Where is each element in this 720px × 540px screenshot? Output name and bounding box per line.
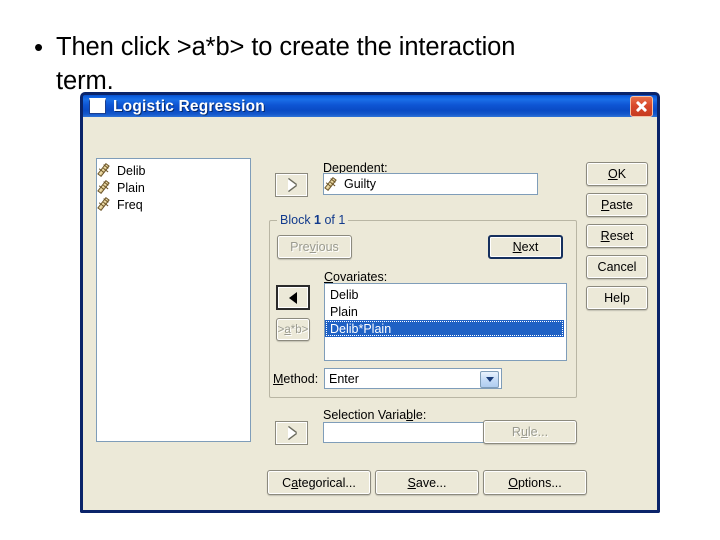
move-to-covariates-button[interactable] [276,285,310,310]
reset-button[interactable]: Reset [586,224,648,248]
variable-name: Plain [117,180,145,195]
save-mnemonic: S [407,475,416,490]
method-label-mnemonic: M [273,372,284,386]
block-legend-mid: of [321,213,339,227]
source-variable-list[interactable]: Delib Plain Freq [96,158,251,442]
bullet-list: • Then click >a*b> to create the interac… [34,30,684,98]
method-value: Enter [329,371,359,386]
ok-button[interactable]: OK [586,162,648,186]
list-item[interactable]: Plain [97,179,250,196]
slide-canvas: • Then click >a*b> to create the interac… [0,0,720,540]
help-rest: elp [613,291,630,305]
paste-rest: aste [609,198,633,212]
save-button[interactable]: Save... [375,470,479,495]
list-item[interactable]: Delib [325,286,566,303]
interaction-pre: > [277,323,285,336]
covariates-label-rest: ovariates: [333,270,388,284]
covariate-name: Delib [330,287,359,302]
block-current: 1 [314,213,321,227]
dependent-value: Guilty [344,177,376,191]
categorical-button[interactable]: Ca tegorical... [267,470,371,495]
chevron-glyph [485,377,494,382]
list-item[interactable]: Delib [97,162,250,179]
dialog-title: Logistic Regression [113,97,265,115]
rule-button: Ru le... [483,420,577,444]
list-item[interactable]: Plain [325,303,566,320]
rule-post: le... [527,425,549,439]
block-legend: Block 1 of 1 [277,213,349,227]
scale-variable-icon [100,181,113,194]
arrow-right-icon [287,179,296,191]
ok-rest: K [617,167,627,181]
rule-mnemonic: u [520,425,528,439]
move-to-selection-variable-button[interactable] [275,421,308,445]
cancel-rest: ancel [606,260,637,274]
paste-mnemonic: P [601,198,610,212]
variable-name: Delib [117,163,146,178]
previous-block-button: Pre v ious [277,235,352,259]
categorical-mnemonic: a [291,475,299,490]
next-mnemonic: N [512,240,522,254]
scale-variable-icon [100,164,113,177]
dialog-titlebar[interactable]: Logistic Regression [80,92,660,117]
cancel-pre: C [597,260,607,274]
bullet-item: • Then click >a*b> to create the interac… [34,30,684,98]
help-button[interactable]: Help [586,286,648,310]
method-label-rest: ethod: [283,372,319,386]
bullet-marker: • [34,32,44,62]
next-rest: ext [521,240,539,254]
interaction-post: *b> [290,323,309,336]
list-item[interactable]: Delib*Plain [325,320,564,337]
selection-variable-label: Selection Variable: [323,408,426,422]
options-rest: ptions... [517,475,562,490]
rule-pre: R [511,425,521,439]
covariates-list[interactable]: Delib Plain Delib*Plain [324,283,567,361]
covariates-label: Covariates: [324,270,387,284]
previous-post: ious [315,240,339,254]
selection-variable-field[interactable] [323,422,498,443]
scale-variable-icon [327,178,340,191]
next-block-button[interactable]: Next [488,235,563,259]
move-to-dependent-button[interactable] [275,173,308,197]
covariate-name: Delib*Plain [330,321,392,336]
covariates-label-mnemonic: C [324,270,334,284]
bullet-line-1: Then click >a*b> to create the interacti… [56,33,516,61]
window-icon [89,98,106,114]
previous-pre: Pre [290,240,310,254]
close-icon[interactable] [630,95,653,117]
covariate-name: Plain [330,304,358,319]
list-item[interactable]: Freq [97,196,250,213]
save-rest: ave... [415,475,447,490]
selvar-post: le: [413,408,427,422]
block-legend-prefix: Block [280,213,315,227]
options-mnemonic: O [508,475,518,490]
variable-name: Freq [117,197,143,212]
logistic-regression-dialog: Logistic Regression Delib Plain Freq Dep… [80,92,660,513]
selvar-pre: Selection Varia [323,408,407,422]
cancel-button[interactable]: Cancel [586,255,648,279]
paste-button[interactable]: Paste [586,193,648,217]
arrow-right-icon [287,427,296,439]
dependent-field[interactable]: Guilty [323,173,538,195]
arrow-left-icon [289,291,297,304]
method-label: Method: [273,372,318,386]
categorical-pre: C [282,475,292,490]
reset-mnemonic: R [600,229,610,243]
method-combobox[interactable]: Enter [324,368,502,389]
block-groupbox: Block 1 of 1 Pre v ious Next Covariates: >… [269,213,577,398]
block-total: 1 [338,213,346,227]
help-pre: H [604,291,614,305]
reset-rest: eset [609,229,634,243]
scale-variable-icon [100,198,113,211]
chevron-down-icon[interactable] [480,371,499,388]
options-button[interactable]: Options... [483,470,587,495]
categorical-post: tegorical... [298,475,356,490]
interaction-term-button: > a *b> [276,318,310,341]
ok-mnemonic: O [607,167,618,181]
